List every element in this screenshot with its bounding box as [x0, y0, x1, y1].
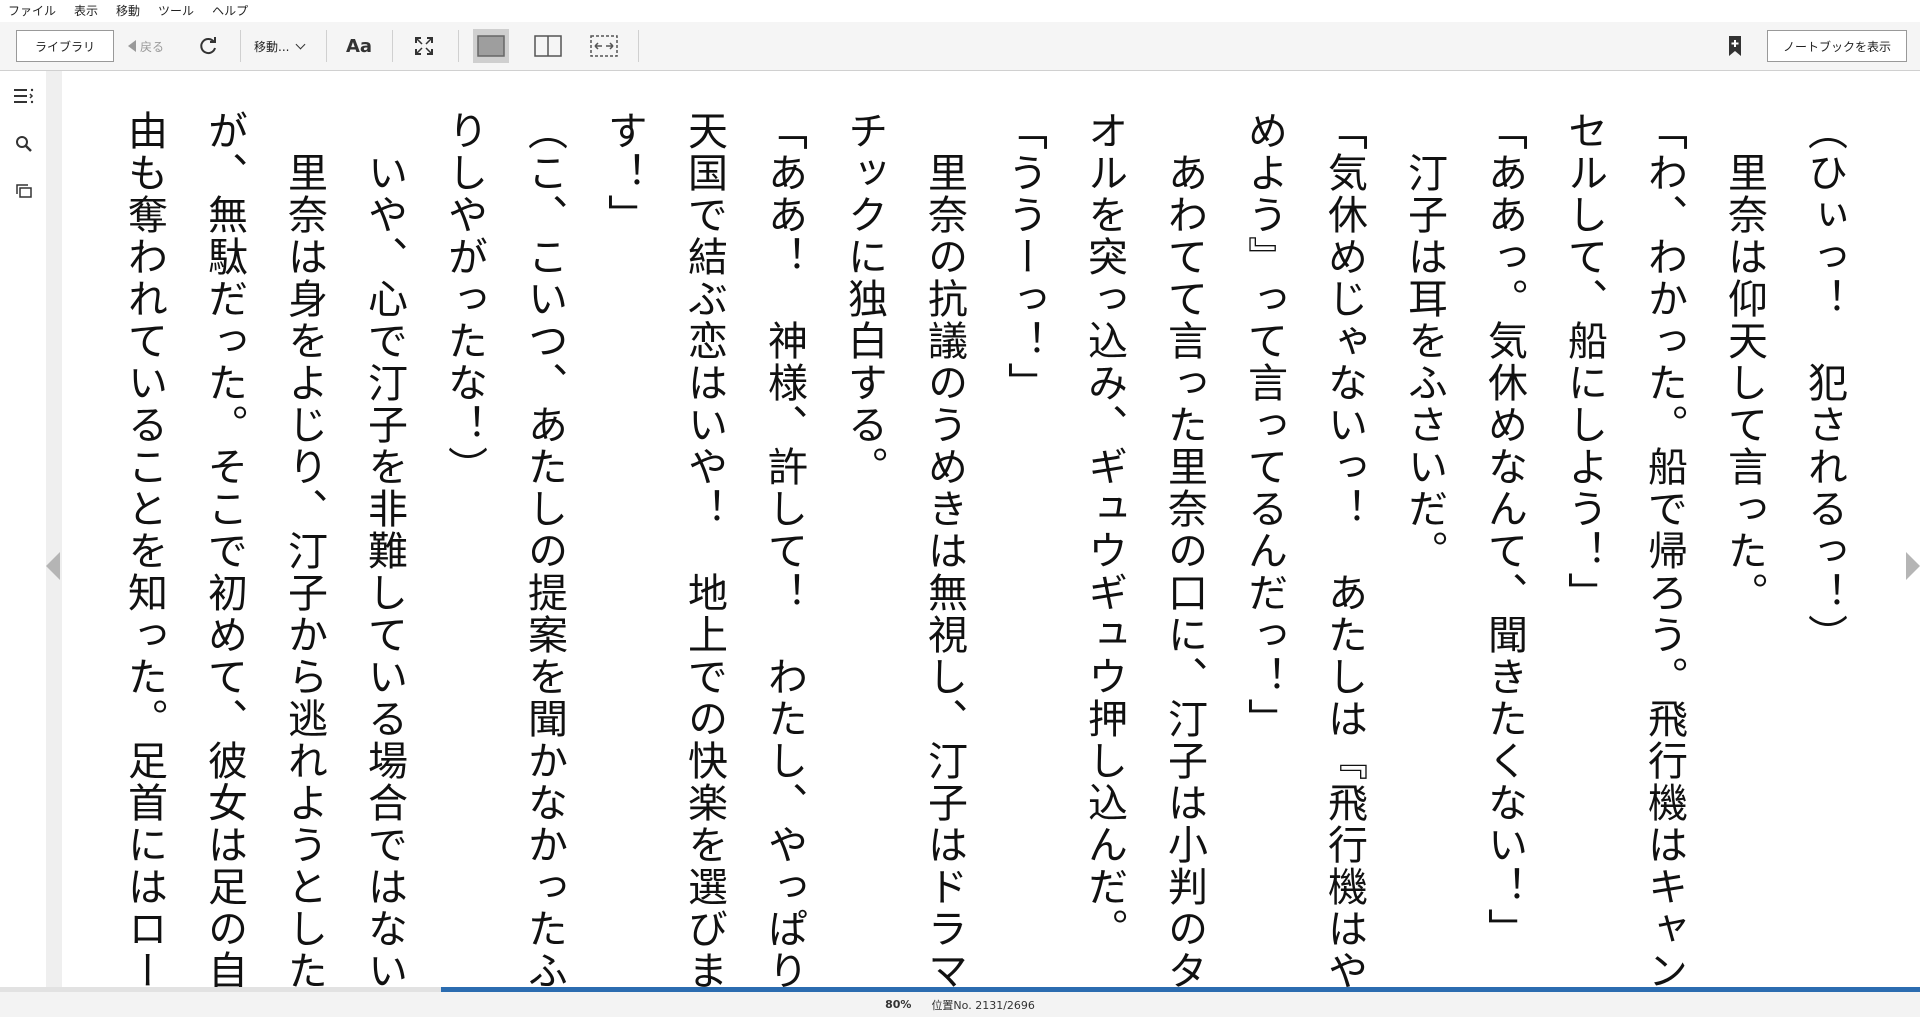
text-column: 里奈の抗議のうめきは無視し、汀子はドラマ	[921, 110, 967, 992]
status-bar: 80% 位置No. 2131/2696	[0, 992, 1920, 1017]
text-column: オルを突っ込み、ギュウギュウ押し込んだ。	[1081, 110, 1127, 950]
text-column: が、無駄だった。そこで初めて、彼女は足の自	[201, 110, 247, 992]
text-column: セルして、船にしよう！」	[1561, 110, 1607, 614]
reading-pane[interactable]: （ひぃっ！ 犯されるっ！） 里奈は仰天して言った。 「わ、わかった。船で帰ろう。飛…	[64, 110, 1864, 1034]
sync-button[interactable]	[196, 34, 220, 58]
progress-percent: 80%	[885, 998, 912, 1011]
fit-width-icon	[590, 35, 618, 57]
cards-icon	[16, 184, 32, 198]
search-icon	[16, 136, 32, 152]
toolbar-divider	[392, 30, 393, 62]
goto-label: 移動...	[254, 39, 290, 54]
text-column: 里奈は仰天して言った。	[1721, 110, 1767, 614]
menu-tools[interactable]: ツール	[149, 0, 203, 22]
toolbar-divider	[638, 30, 639, 62]
toolbar-divider	[458, 30, 459, 62]
font-settings-button[interactable]: Aa	[346, 30, 372, 62]
text-column: めよう』って言ってるんだっ！」	[1241, 110, 1287, 740]
text-column: 由も奪われていることを知った。足首にはロー	[121, 110, 167, 992]
next-page-arrow-icon[interactable]	[1906, 552, 1920, 580]
fullscreen-icon	[415, 37, 433, 55]
text-column: いや、心で汀子を非難している場合ではない。	[361, 110, 407, 1034]
previous-page-arrow-icon[interactable]	[46, 552, 60, 580]
sync-icon	[200, 37, 216, 55]
toolbar-divider	[240, 30, 241, 62]
table-of-contents-button[interactable]	[12, 84, 36, 108]
toolbar-divider	[326, 30, 327, 62]
left-rail	[0, 71, 46, 989]
bookmark-button[interactable]	[1724, 34, 1746, 58]
text-column: （ひぃっ！ 犯されるっ！）	[1801, 110, 1847, 656]
library-button[interactable]: ライブラリ	[16, 30, 114, 62]
fit-width-view-button[interactable]	[586, 29, 622, 63]
location-indicator: 位置No. 2131/2696	[931, 998, 1035, 1012]
text-column: りしやがったな！）	[441, 110, 487, 488]
text-column: 「ああ！ 神様、許して！ わたし、やっぱり、	[761, 110, 807, 1034]
text-column: 汀子は耳をふさいだ。	[1401, 110, 1447, 572]
bookmark-plus-icon	[1729, 36, 1741, 56]
text-column: 里奈は身をよじり、汀子から逃れようとした	[281, 110, 327, 992]
page-gutter-left	[46, 71, 62, 989]
toc-icon	[14, 88, 34, 104]
text-column: 「気休めじゃないっ！ あたしは『飛行機はや	[1321, 110, 1367, 992]
page-gutter-right	[1892, 71, 1920, 989]
chevron-down-icon	[296, 39, 306, 49]
menu-go[interactable]: 移動	[107, 0, 149, 22]
two-page-icon	[534, 35, 562, 57]
text-column: 「わ、わかった。船で帰ろう。飛行機はキャン	[1641, 110, 1687, 992]
search-button[interactable]	[12, 132, 36, 156]
menu-help[interactable]: ヘルプ	[203, 0, 257, 22]
menu-file[interactable]: ファイル	[0, 0, 65, 22]
single-page-icon	[477, 35, 505, 57]
single-page-view-button[interactable]	[473, 29, 509, 63]
back-label: 戻る	[140, 39, 165, 54]
text-column: 「ううーっ！」	[1001, 110, 1047, 404]
show-notebook-button[interactable]: ノートブックを表示	[1767, 30, 1907, 62]
two-page-view-button[interactable]	[530, 29, 566, 63]
text-column: チックに独白する。	[841, 110, 887, 488]
text-column: す！」	[601, 110, 647, 236]
toolbar: ライブラリ 戻る 移動... Aa ノートブックを表示	[0, 22, 1920, 71]
text-column: あわてて言った里奈の口に、汀子は小判のタ	[1161, 110, 1207, 992]
text-column: 「ああっ。気休めなんて、聞きたくない！」	[1481, 110, 1527, 950]
fullscreen-button[interactable]	[412, 34, 436, 58]
menu-bar: ファイル 表示 移動 ツール ヘルプ	[0, 0, 1920, 22]
text-column: 天国で結ぶ恋はいや！ 地上での快楽を選びま	[681, 110, 727, 992]
back-button[interactable]: 戻る	[128, 30, 164, 62]
goto-dropdown[interactable]: 移動...	[254, 30, 306, 62]
back-arrow-icon	[128, 40, 136, 52]
text-column: （こ、こいつ、あたしの提案を聞かなかったふ	[521, 110, 567, 992]
menu-view[interactable]: 表示	[65, 0, 107, 22]
flashcards-button[interactable]	[12, 179, 36, 203]
